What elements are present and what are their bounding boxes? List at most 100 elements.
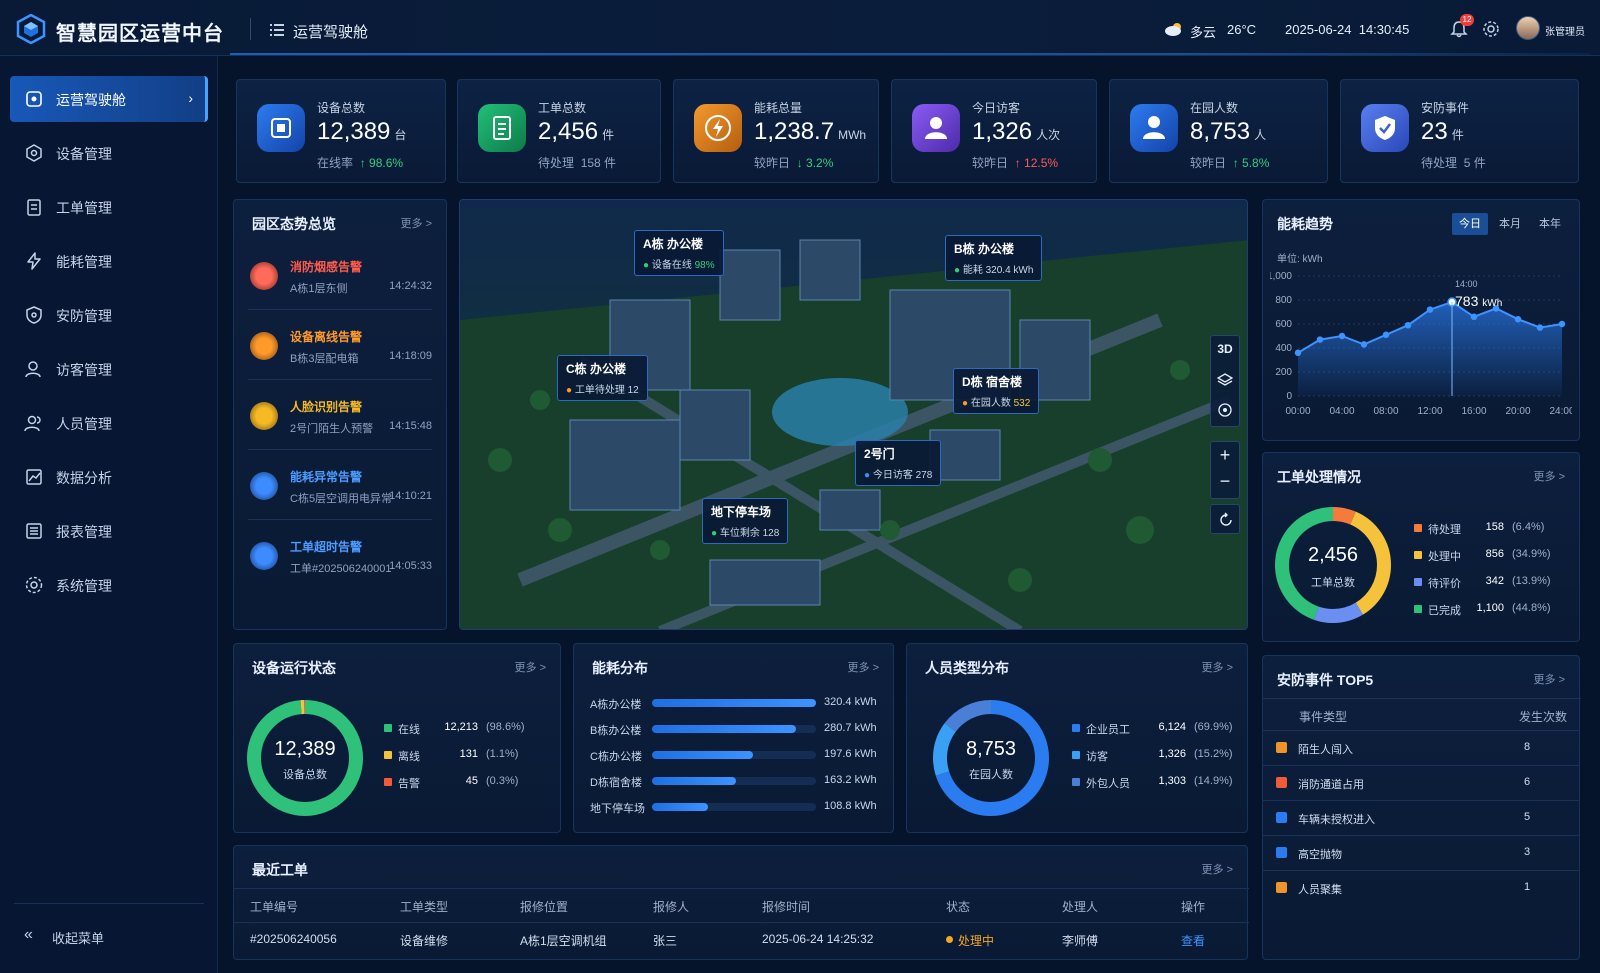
visitor-icon [912, 104, 960, 152]
layers-icon[interactable] [1216, 372, 1234, 388]
reset-view-button[interactable] [1210, 504, 1240, 534]
more-link[interactable]: 更多 > [1534, 468, 1565, 484]
sidebar-item-system[interactable]: 系统管理 [10, 562, 208, 608]
alert-desc: B栋3层配电箱 [290, 353, 359, 365]
temperature-text: 26°C [1227, 22, 1257, 37]
gear-icon[interactable] [1482, 20, 1500, 38]
kpi-sub: 待处理 158 件 [538, 156, 617, 170]
bar-value-label: 197.6 kWh [824, 748, 877, 760]
kpi-card-devices[interactable]: 设备总数 12,389 台 在线率 ↑ 98.6% [236, 79, 446, 183]
sidebar-item-label: 访客管理 [56, 362, 112, 378]
kpi-card-workorders[interactable]: 工单总数 2,456 件 待处理 158 件 [457, 79, 661, 183]
alert-item[interactable]: 能耗异常告警 C栋5层空调用电异常 14:10:21 [248, 454, 432, 520]
sidebar: 运营驾驶舱 › 设备管理 工单管理 能耗管理 安防管理 访客管理 人员管理 数据… [0, 56, 218, 973]
bar-track [652, 725, 816, 733]
zoom-in-icon[interactable]: + [1211, 445, 1239, 466]
sidebar-item-energy[interactable]: 能耗管理 [10, 238, 208, 284]
alert-desc: 工单#202506240001 [290, 563, 392, 575]
map-tag-building-a[interactable]: A栋 办公楼 ● 设备在线 98% [634, 230, 724, 276]
legend-swatch [384, 751, 392, 759]
x-tick-label: 20:00 [1505, 406, 1530, 417]
3d-toggle-button[interactable]: 3D [1211, 342, 1239, 356]
avatar[interactable] [1516, 16, 1540, 40]
panel-title: 能耗趋势 [1277, 216, 1333, 232]
alert-title: 设备离线告警 [290, 330, 363, 344]
legend-row: 已完成 1,100 (44.8%) [1414, 602, 1564, 617]
kpi-card-energy[interactable]: 能耗总量 1,238.7 MWh 较昨日 ↓ 3.2% [673, 79, 879, 183]
legend-value: 1,100 [1476, 602, 1504, 614]
alert-item[interactable]: 设备离线告警 B栋3层配电箱 14:18:09 [248, 314, 432, 380]
sidebar-item-workorder[interactable]: 工单管理 [10, 184, 208, 230]
table-row[interactable]: 消防通道占用 6 [1262, 765, 1580, 799]
kpi-card-onsite[interactable]: 在园人数 8,753 人 较昨日 ↑ 5.8% [1109, 79, 1328, 183]
user-name[interactable]: 张管理员 [1545, 23, 1585, 38]
map-tag-building-b[interactable]: B栋 办公楼 ● 能耗 320.4 kWh [945, 235, 1043, 281]
more-link[interactable]: 更多 > [1202, 659, 1233, 675]
x-tick-label: 24:00 [1549, 406, 1572, 417]
cloudy-icon [1165, 23, 1181, 36]
more-link[interactable]: 更多 > [1534, 671, 1565, 687]
collapse-menu-button[interactable]: « 收起菜单 [24, 924, 194, 948]
legend-row: 访客 1,326 (15.2%) [1072, 748, 1246, 763]
alert-item[interactable]: 人脸识别告警 2号门陌生人预警 14:15:48 [248, 384, 432, 450]
sidebar-item-analytics[interactable]: 数据分析 [10, 454, 208, 500]
alert-item[interactable]: 工单超时告警 工单#202506240001 14:05:33 [248, 524, 432, 590]
sidebar-item-reports[interactable]: 报表管理 [10, 508, 208, 554]
sidebar-item-label: 安防管理 [56, 308, 112, 324]
table-row[interactable]: 人员聚集 1 [1262, 870, 1580, 904]
bar-category-label: B栋办公楼 [590, 725, 642, 737]
kpi-card-security[interactable]: 安防事件 23 件 待处理 5 件 [1340, 79, 1579, 183]
kpi-value: 2,456 件 [538, 118, 615, 145]
locate-icon[interactable] [1217, 402, 1233, 418]
table-row[interactable]: 车辆未授权进入 5 [1262, 800, 1580, 834]
list-icon[interactable] [270, 24, 284, 36]
header-accent-line [230, 53, 1590, 55]
legend-row: 告警 45 (0.3%) [384, 775, 538, 790]
map-tag-gate-2[interactable]: 2号门 ● 今日访客 278 [855, 440, 942, 486]
view-link[interactable]: 查看 [1181, 932, 1205, 949]
sidebar-item-dashboard[interactable]: 运营驾驶舱 › [10, 76, 208, 122]
zoom-out-icon[interactable]: − [1211, 471, 1239, 492]
sidebar-item-label: 能耗管理 [56, 254, 112, 270]
map-tag-building-d[interactable]: D栋 宿舍楼 ● 在园人数 532 [953, 368, 1040, 414]
map-view-controls: 3D [1210, 335, 1240, 427]
more-link[interactable]: 更多 > [401, 215, 432, 231]
face-recognition-icon [250, 402, 278, 430]
legend-row: 外包人员 1,303 (14.9%) [1072, 775, 1246, 790]
sidebar-item-device[interactable]: 设备管理 [10, 130, 208, 176]
sidebar-item-visitor[interactable]: 访客管理 [10, 346, 208, 392]
tab-year[interactable]: 本年 [1532, 213, 1568, 235]
legend-label: 告警 [398, 778, 420, 790]
notification-button[interactable]: 12 [1450, 14, 1474, 38]
campus-3d-map[interactable]: A栋 办公楼 ● 设备在线 98% B栋 办公楼 ● 能耗 320.4 kWh … [459, 199, 1248, 630]
sidebar-item-people[interactable]: 人员管理 [10, 400, 208, 446]
more-link[interactable]: 更多 > [515, 659, 546, 675]
kpi-sub: 较昨日 ↑ 12.5% [972, 156, 1059, 170]
legend-pct: (69.9%) [1194, 721, 1233, 733]
bar-track [652, 777, 816, 785]
table-row[interactable]: 陌生人闯入 8 [1262, 730, 1580, 764]
tab-today[interactable]: 今日 [1452, 213, 1488, 235]
data-point [1426, 306, 1434, 313]
more-link[interactable]: 更多 > [848, 659, 879, 675]
panel-title: 园区态势总览 [252, 216, 336, 232]
table-row[interactable]: 高空抛物 3 [1262, 835, 1580, 869]
map-tag-parking[interactable]: 地下停车场 ● 车位剩余 128 [702, 498, 789, 544]
tab-month[interactable]: 本月 [1492, 213, 1528, 235]
donut-center-value: 12,389 [274, 738, 336, 760]
event-type: 陌生人闯入 [1298, 744, 1353, 756]
more-link[interactable]: 更多 > [1202, 861, 1233, 877]
legend-label: 处理中 [1428, 551, 1461, 563]
alert-item[interactable]: 消防烟感告警 A栋1层东侧 14:24:32 [248, 244, 432, 310]
bar-value-label: 280.7 kWh [824, 722, 877, 734]
legend-swatch [384, 724, 392, 732]
table-cell: 李师傅 [1062, 934, 1099, 948]
data-point [1338, 332, 1346, 340]
event-badge-icon [1276, 742, 1287, 753]
map-tag-building-c[interactable]: C栋 办公楼 ● 工单待处理 12 [557, 355, 648, 401]
sidebar-item-security[interactable]: 安防管理 [10, 292, 208, 338]
kpi-card-visitors[interactable]: 今日访客 1,326 人次 较昨日 ↑ 12.5% [891, 79, 1097, 183]
legend-value: 158 [1485, 521, 1504, 533]
x-tick-label: 12:00 [1417, 406, 1442, 417]
data-point [1536, 324, 1544, 331]
